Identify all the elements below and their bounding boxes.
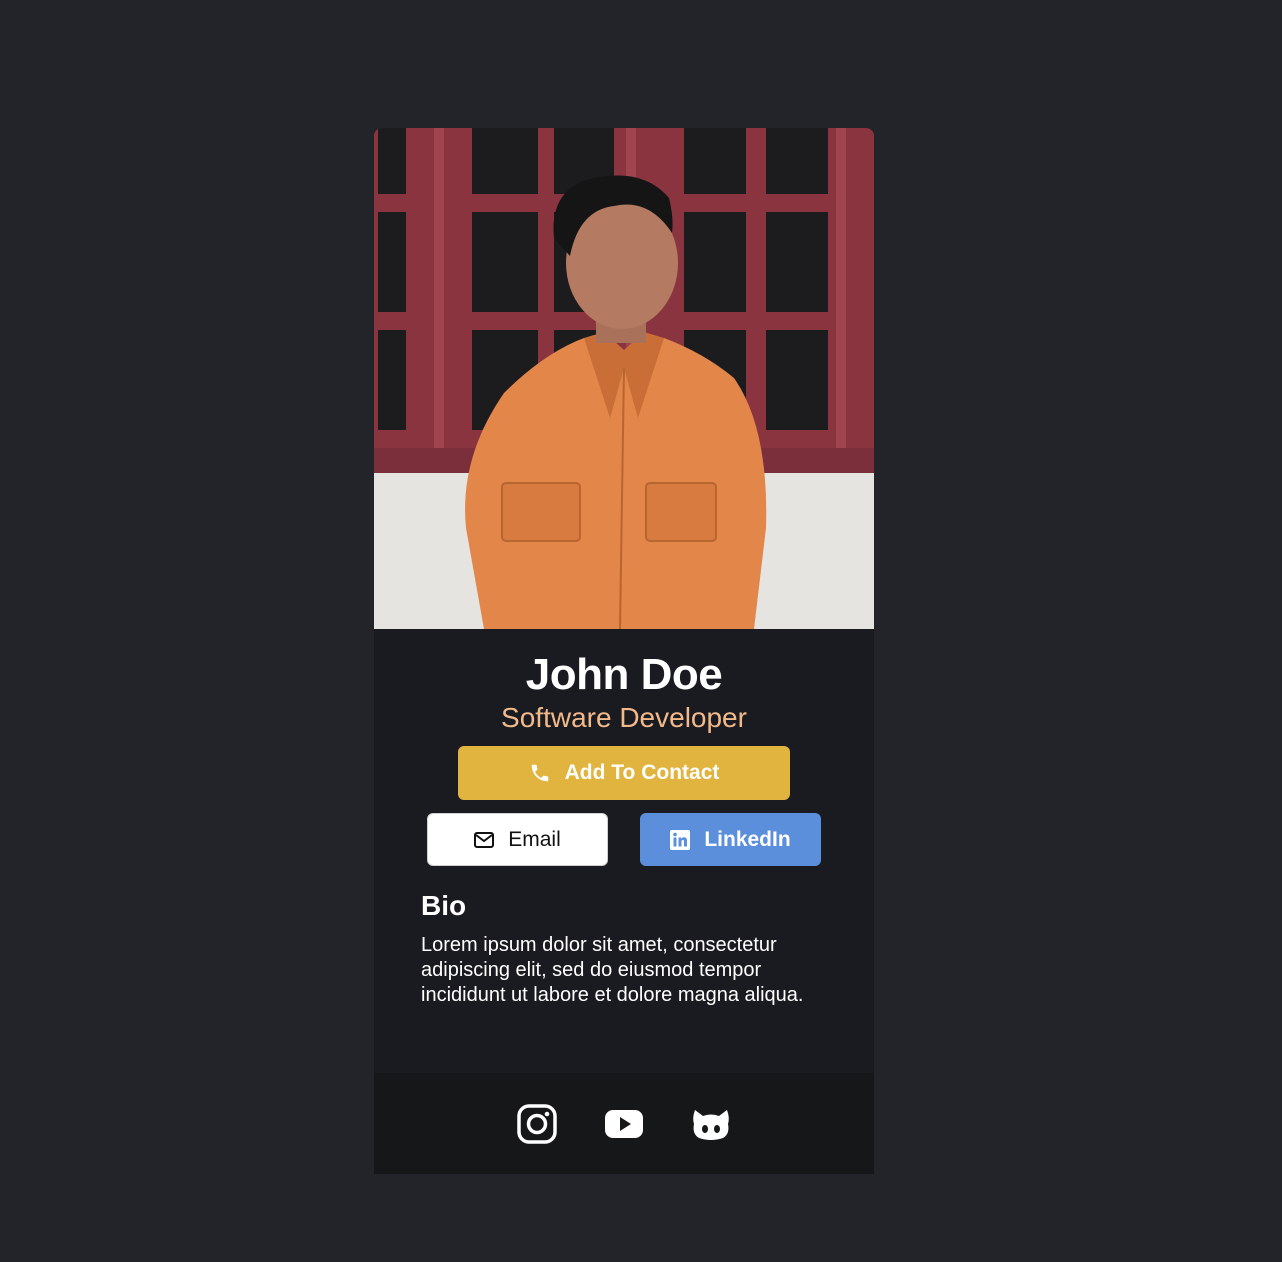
- github-icon[interactable]: [691, 1104, 731, 1144]
- profile-title: Software Developer: [501, 702, 747, 733]
- add-to-contact-label: Add To Contact: [564, 761, 720, 784]
- profile-photo: [374, 128, 874, 629]
- bio-text: Lorem ipsum dolor sit amet, consectetur …: [421, 934, 804, 1006]
- phone-icon: [529, 762, 551, 784]
- bio-heading: Bio: [421, 890, 467, 921]
- linkedin-icon: [670, 829, 691, 850]
- youtube-icon[interactable]: [604, 1104, 644, 1144]
- profile-card: John Doe Software Developer Add To Conta…: [374, 128, 874, 1174]
- mail-icon: [474, 831, 495, 848]
- profile-name: John Doe: [525, 650, 723, 699]
- linkedin-button[interactable]: LinkedIn: [640, 813, 821, 866]
- linkedin-label: LinkedIn: [704, 827, 791, 851]
- add-to-contact-button[interactable]: Add To Contact: [458, 746, 790, 800]
- social-footer: [374, 1073, 874, 1174]
- email-label: Email: [508, 827, 561, 851]
- instagram-icon[interactable]: [517, 1103, 557, 1144]
- email-button[interactable]: Email: [427, 813, 608, 866]
